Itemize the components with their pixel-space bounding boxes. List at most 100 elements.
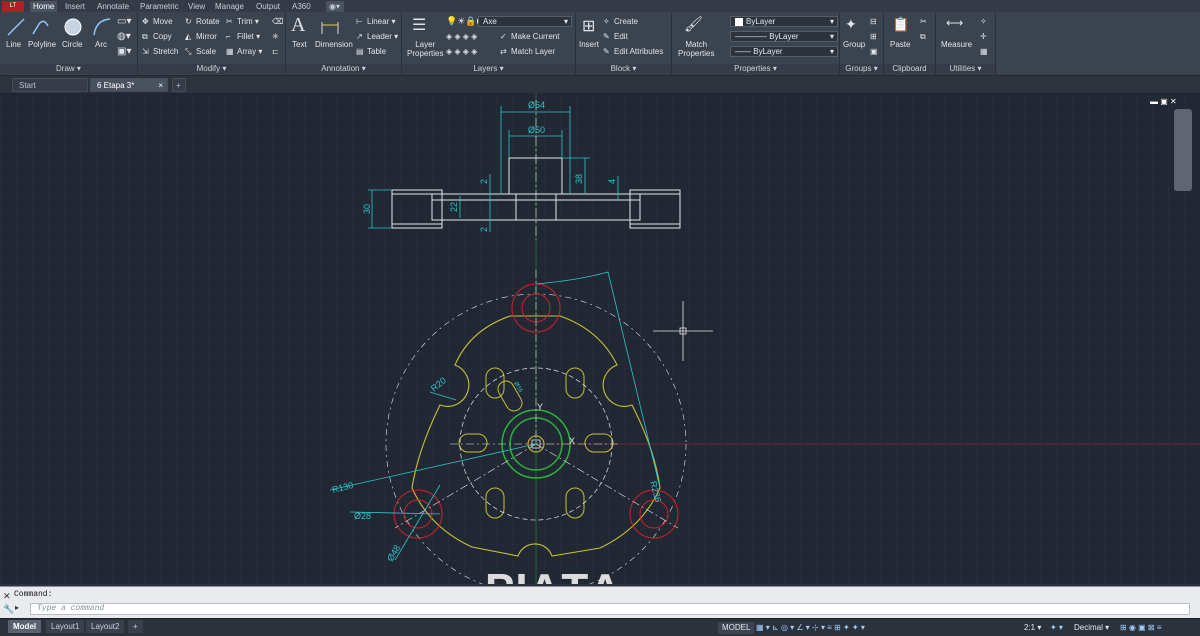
model-space-button[interactable]: MODEL	[718, 622, 755, 634]
erase-icon[interactable]: ⌫	[272, 17, 283, 26]
panel-properties-title[interactable]: Properties ▾	[672, 64, 839, 74]
layout-tab-model[interactable]: Model	[8, 620, 42, 633]
tab-insert[interactable]: Insert	[62, 1, 88, 12]
match-properties-button[interactable]: Match Properties	[678, 40, 714, 58]
offset-icon[interactable]: ⊏	[272, 47, 279, 56]
layout-tab-layout2[interactable]: Layout2	[86, 620, 125, 633]
cut-icon[interactable]: ✂	[920, 17, 927, 26]
match-layer-button[interactable]: ⇄ Match Layer	[500, 47, 555, 56]
close-command-icon[interactable]: ✕	[3, 591, 11, 602]
group-select-icon[interactable]: ▣	[870, 47, 878, 56]
drawing-canvas[interactable]: Ø64 Ø50 38 4 30 22 2 2 R20 R130 Ø28 Ø48 …	[0, 93, 1200, 584]
copy-button[interactable]: ⧉ Copy	[142, 32, 172, 41]
fillet-button[interactable]: ⌐ Fillet ▾	[226, 32, 260, 41]
panel-utilities-title[interactable]: Utilities ▾	[936, 64, 995, 74]
tab-start[interactable]: Start	[12, 78, 88, 92]
rotate-icon: ↻	[185, 17, 192, 27]
leader-button[interactable]: ↗ Leader ▾	[356, 32, 398, 41]
tab-parametric[interactable]: Parametric	[137, 1, 182, 12]
command-input[interactable]: Type a command	[30, 603, 1190, 615]
scale-button[interactable]: ⤡ Scale	[185, 47, 216, 56]
circle-button[interactable]: Circle	[62, 40, 82, 49]
rotate-button[interactable]: ↻ Rotate	[185, 17, 220, 26]
lineweight-dropdown[interactable]: —— ByLayer ▾	[730, 46, 838, 57]
group-button[interactable]: Group	[843, 40, 865, 49]
make-current-button[interactable]: ✓ Make Current	[500, 32, 559, 41]
dimension-button[interactable]: Dimension	[315, 40, 353, 49]
workspace-icon[interactable]: ✦ ▾	[1050, 622, 1063, 634]
color-dropdown[interactable]: ByLayer ▾	[730, 16, 838, 27]
ribbon-minimize-toggle[interactable]: ◉▾	[326, 1, 344, 12]
table-button[interactable]: ▤ Table	[356, 47, 386, 56]
tab-view[interactable]: View	[185, 1, 208, 12]
tab-drawing[interactable]: 6 Etapa 3* ×	[90, 78, 168, 92]
viewport-controls[interactable]: ▬ ▣ ✕	[1150, 97, 1177, 106]
document-tabs: Start 6 Etapa 3* × +	[0, 76, 1200, 92]
linetype-dropdown[interactable]: ———— ByLayer ▾	[730, 31, 838, 42]
rectangle-icon[interactable]: ▭▾	[117, 16, 131, 27]
polyline-button[interactable]: Polyline	[28, 40, 56, 49]
layer-dropdown[interactable]: Axe ▾	[478, 16, 572, 27]
id-point-icon[interactable]: ✛	[980, 32, 987, 41]
line-icon	[7, 18, 25, 36]
navigation-bar[interactable]	[1174, 109, 1192, 191]
panel-annotation-title[interactable]: Annotation ▾	[286, 64, 401, 74]
tab-output[interactable]: Output	[253, 1, 283, 12]
edit-block-button[interactable]: ✎ Edit	[603, 32, 628, 41]
layer-tools-row2[interactable]: ◈ ◈ ◈ ◈	[446, 47, 477, 56]
add-layout-button[interactable]: +	[128, 620, 143, 633]
quick-select-icon[interactable]: ✧	[980, 17, 987, 26]
layer-tools-row1[interactable]: ◈ ◈ ◈ ◈	[446, 32, 477, 41]
linear-button[interactable]: ⊢ Linear ▾	[356, 17, 396, 26]
tab-home[interactable]: Home	[30, 1, 58, 12]
move-button[interactable]: ✥ Move	[142, 17, 173, 26]
measure-button[interactable]: Measure	[941, 40, 972, 49]
panel-modify-title[interactable]: Modify ▾	[138, 64, 285, 74]
panel-block-title[interactable]: Block ▾	[576, 64, 671, 74]
annotation-scale[interactable]: 2:1 ▾	[1024, 622, 1041, 634]
panel-clipboard-title[interactable]: Clipboard	[884, 64, 935, 74]
application-menu-button[interactable]: LT	[2, 1, 24, 12]
copy-clip-icon[interactable]: ⧉	[920, 32, 926, 42]
hatch-icon[interactable]: ◍▾	[117, 31, 131, 42]
status-tray-icons[interactable]: ⊞ ◉ ▣ ⊠ ≡	[1120, 622, 1162, 634]
dim-o50: Ø50	[528, 125, 545, 135]
layer-properties-button[interactable]: Layer Properties	[407, 40, 443, 58]
customize-icon[interactable]: 🔧	[3, 604, 14, 615]
text-button[interactable]: Text	[292, 40, 307, 49]
panel-properties: 🖌 Match Properties ByLayer ▾ ———— ByLayer ▾…	[672, 12, 840, 76]
edit-attributes-button[interactable]: ✎ Edit Attributes	[603, 47, 663, 56]
trim-button[interactable]: ✂ Trim ▾	[226, 17, 259, 26]
tab-manage[interactable]: Manage	[212, 1, 247, 12]
dim-2-top: 2	[479, 179, 489, 184]
panel-draw-title[interactable]: Draw ▾	[0, 64, 137, 74]
calculator-icon[interactable]: ▦	[980, 47, 988, 56]
explode-icon[interactable]: ✳	[272, 32, 279, 41]
new-tab-button[interactable]: +	[172, 78, 186, 92]
panel-layers-title[interactable]: Layers ▾	[402, 64, 575, 74]
arc-button[interactable]: Arc	[95, 40, 107, 49]
paste-button[interactable]: Paste	[890, 40, 910, 49]
array-button[interactable]: ▦ Array ▾	[226, 47, 262, 56]
status-toggles[interactable]: ▦ ▾ ⊾ ◎ ▾ ∠ ▾ ⊹ ▾ ≡ ⊞ ✦ ✦ ▾	[756, 622, 865, 634]
create-block-button[interactable]: ✧ Create	[603, 17, 638, 26]
insert-button[interactable]: Insert	[579, 40, 599, 49]
units-selector[interactable]: Decimal ▾	[1074, 622, 1109, 634]
stretch-button[interactable]: ⇲ Stretch	[142, 47, 178, 56]
close-tab-icon[interactable]: ×	[158, 79, 163, 93]
mirror-button[interactable]: ◭ Mirror	[185, 32, 217, 41]
panel-groups-title[interactable]: Groups ▾	[840, 64, 883, 74]
leader-icon: ↗	[356, 32, 363, 42]
tab-a360[interactable]: A360	[289, 1, 314, 12]
layout-tab-layout1[interactable]: Layout1	[46, 620, 85, 633]
tab-annotate[interactable]: Annotate	[94, 1, 132, 12]
boundary-icon[interactable]: ▣▾	[117, 46, 131, 57]
create-block-icon: ✧	[603, 17, 610, 27]
trim-icon: ✂	[226, 17, 233, 27]
group-edit-icon[interactable]: ⊞	[870, 32, 877, 41]
match-properties-icon: 🖌	[684, 16, 704, 33]
layer-state-icons[interactable]: 💡☀🔒■	[446, 16, 482, 27]
line-button[interactable]: Line	[6, 40, 21, 49]
menu-bar: LT Home Insert Annotate Parametric View …	[0, 0, 1200, 12]
ungroup-icon[interactable]: ⊟	[870, 17, 877, 26]
